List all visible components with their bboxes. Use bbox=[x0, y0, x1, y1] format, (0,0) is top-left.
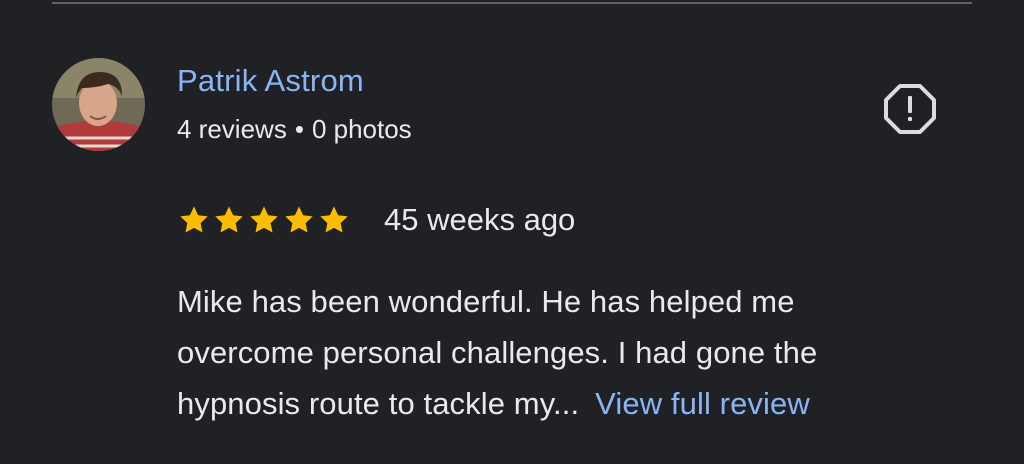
avatar[interactable] bbox=[52, 58, 145, 151]
star-icon bbox=[285, 206, 313, 233]
review-text-line: overcome personal challenges. I had gone… bbox=[177, 335, 818, 370]
reviews-count: 4 reviews bbox=[177, 114, 287, 144]
review-text-line: Mike has been wonderful. He has helped m… bbox=[177, 284, 795, 319]
star-icon bbox=[215, 206, 243, 233]
star-icon bbox=[320, 206, 348, 233]
report-review-button[interactable] bbox=[883, 84, 937, 134]
avatar-image bbox=[52, 58, 145, 151]
reviewer-name[interactable]: Patrik Astrom bbox=[177, 62, 364, 100]
rating-row: 45 weeks ago bbox=[178, 200, 575, 240]
star-icon bbox=[250, 206, 278, 233]
top-divider bbox=[52, 2, 972, 4]
report-flag-icon bbox=[884, 84, 936, 134]
review-text: Mike has been wonderful. He has helped m… bbox=[177, 276, 977, 429]
star-rating bbox=[178, 204, 350, 236]
review-date: 45 weeks ago bbox=[384, 202, 576, 237]
star-icon bbox=[180, 206, 208, 233]
reviewer-meta: 4 reviews • 0 photos bbox=[177, 112, 412, 146]
review-text-last: hypnosis route to tackle my... bbox=[177, 386, 580, 421]
review-text-line: hypnosis route to tackle my... View full … bbox=[177, 378, 977, 429]
photos-count: 0 photos bbox=[311, 114, 412, 144]
view-full-review-link[interactable]: View full review bbox=[595, 386, 810, 421]
meta-separator: • bbox=[294, 114, 304, 144]
